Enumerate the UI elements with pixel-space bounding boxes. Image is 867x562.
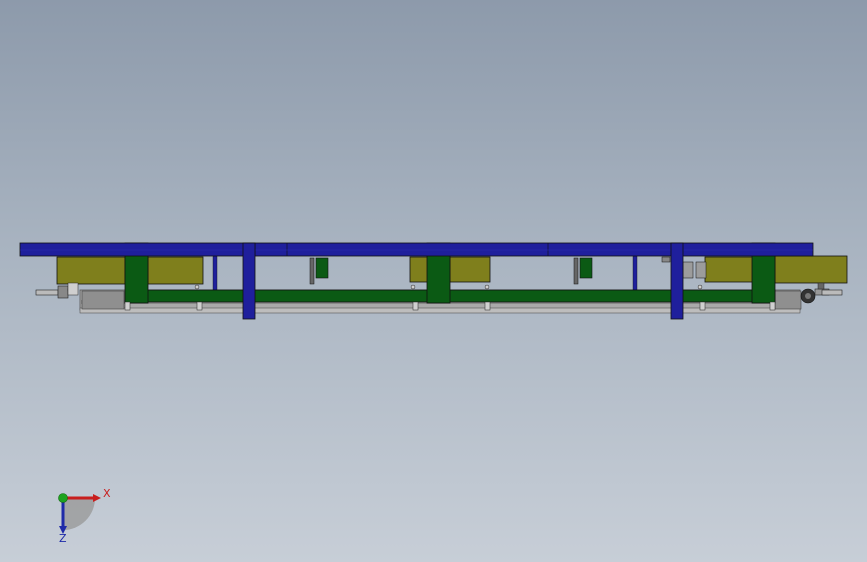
triad-x-arrow: [93, 494, 101, 502]
left-end-stopper: [35, 282, 79, 299]
graphics-viewport[interactable]: X Z: [0, 0, 867, 562]
triad-y-axis-dot: [58, 493, 68, 503]
olive-trays: [56, 255, 848, 285]
hanging-blocks: [309, 256, 707, 285]
triad-x-label: X: [103, 487, 111, 500]
blue-top-rail: [19, 242, 814, 257]
triad-z-label: Z: [59, 532, 67, 545]
right-end-stopper: [800, 282, 843, 304]
model-view[interactable]: X Z: [0, 0, 867, 562]
reference-triad: X Z: [58, 487, 111, 545]
triad-quadrant: [63, 498, 95, 530]
